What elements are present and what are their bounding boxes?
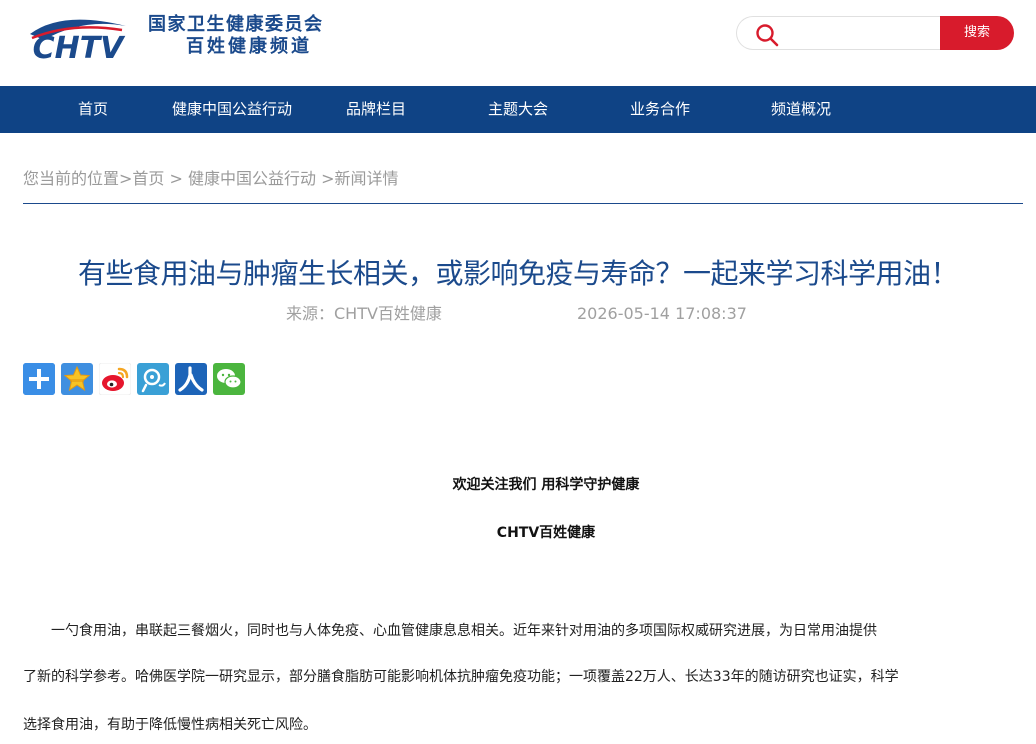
article-brand: CHTV百姓健康	[496, 525, 596, 541]
search-input[interactable]	[789, 23, 939, 45]
qzone-icon[interactable]	[61, 363, 93, 395]
paragraph-line: 了新的科学参考。哈佛医学院一研究显示，部分膳食脂肪可能影响机体抗肿瘤免疫功能；一…	[23, 669, 899, 685]
renren-icon[interactable]	[175, 363, 207, 395]
article-slogan: 欢迎关注我们 用科学守护健康	[452, 477, 640, 493]
nav-item-channel-overview[interactable]: 频道概况	[771, 86, 831, 133]
breadcrumb-divider	[23, 203, 1023, 204]
tencent-weibo-icon[interactable]	[137, 363, 169, 395]
nav-item-theme-conference[interactable]: 主题大会	[488, 86, 548, 133]
article-title: 有些食用油与肿瘤生长相关，或影响免疫与寿命？一起来学习科学用油！	[77, 257, 959, 290]
article-source: 来源：CHTV百姓健康	[286, 304, 442, 323]
breadcrumb-text[interactable]: 您当前的位置>首页 > 健康中国公益行动 >新闻详情	[23, 169, 398, 188]
nav-item-brand-columns[interactable]: 品牌栏目	[346, 86, 406, 133]
search-box	[736, 16, 950, 50]
chtv-logo[interactable]: CHTV	[22, 14, 134, 66]
paragraph-line: 选择食用油，有助于降低慢性病相关死亡风险。	[23, 717, 317, 733]
org-name: 国家卫生健康委员会	[148, 14, 324, 35]
paragraph-line: 一勺食用油，串联起三餐烟火，同时也与人体免疫、心血管健康息息相关。近年来针对用油…	[23, 623, 877, 639]
article-date: 2026-05-14 17:08:37	[577, 304, 747, 323]
logo-wordmark: CHTV	[33, 31, 127, 62]
nav-item-business-cooperation[interactable]: 业务合作	[630, 86, 690, 133]
site-header: CHTV 国家卫生健康委员会 百姓健康频道 搜索	[0, 0, 1036, 86]
main-nav: 首页 健康中国公益行动 品牌栏目 主题大会 业务合作 频道概况	[0, 86, 1036, 133]
share-more-icon[interactable]	[23, 363, 55, 395]
nav-item-healthy-china[interactable]: 健康中国公益行动	[172, 86, 292, 133]
logo-text: 国家卫生健康委员会 百姓健康频道	[148, 14, 358, 58]
channel-name: 百姓健康频道	[186, 36, 312, 57]
nav-item-home[interactable]: 首页	[78, 86, 108, 133]
breadcrumb: 您当前的位置>首页 > 健康中国公益行动 >新闻详情	[23, 166, 398, 192]
search-button[interactable]: 搜索	[940, 16, 1014, 50]
wechat-icon[interactable]	[213, 363, 245, 395]
search-bar: 搜索	[736, 16, 1014, 50]
search-icon	[755, 23, 779, 47]
weibo-icon[interactable]	[98, 362, 132, 396]
